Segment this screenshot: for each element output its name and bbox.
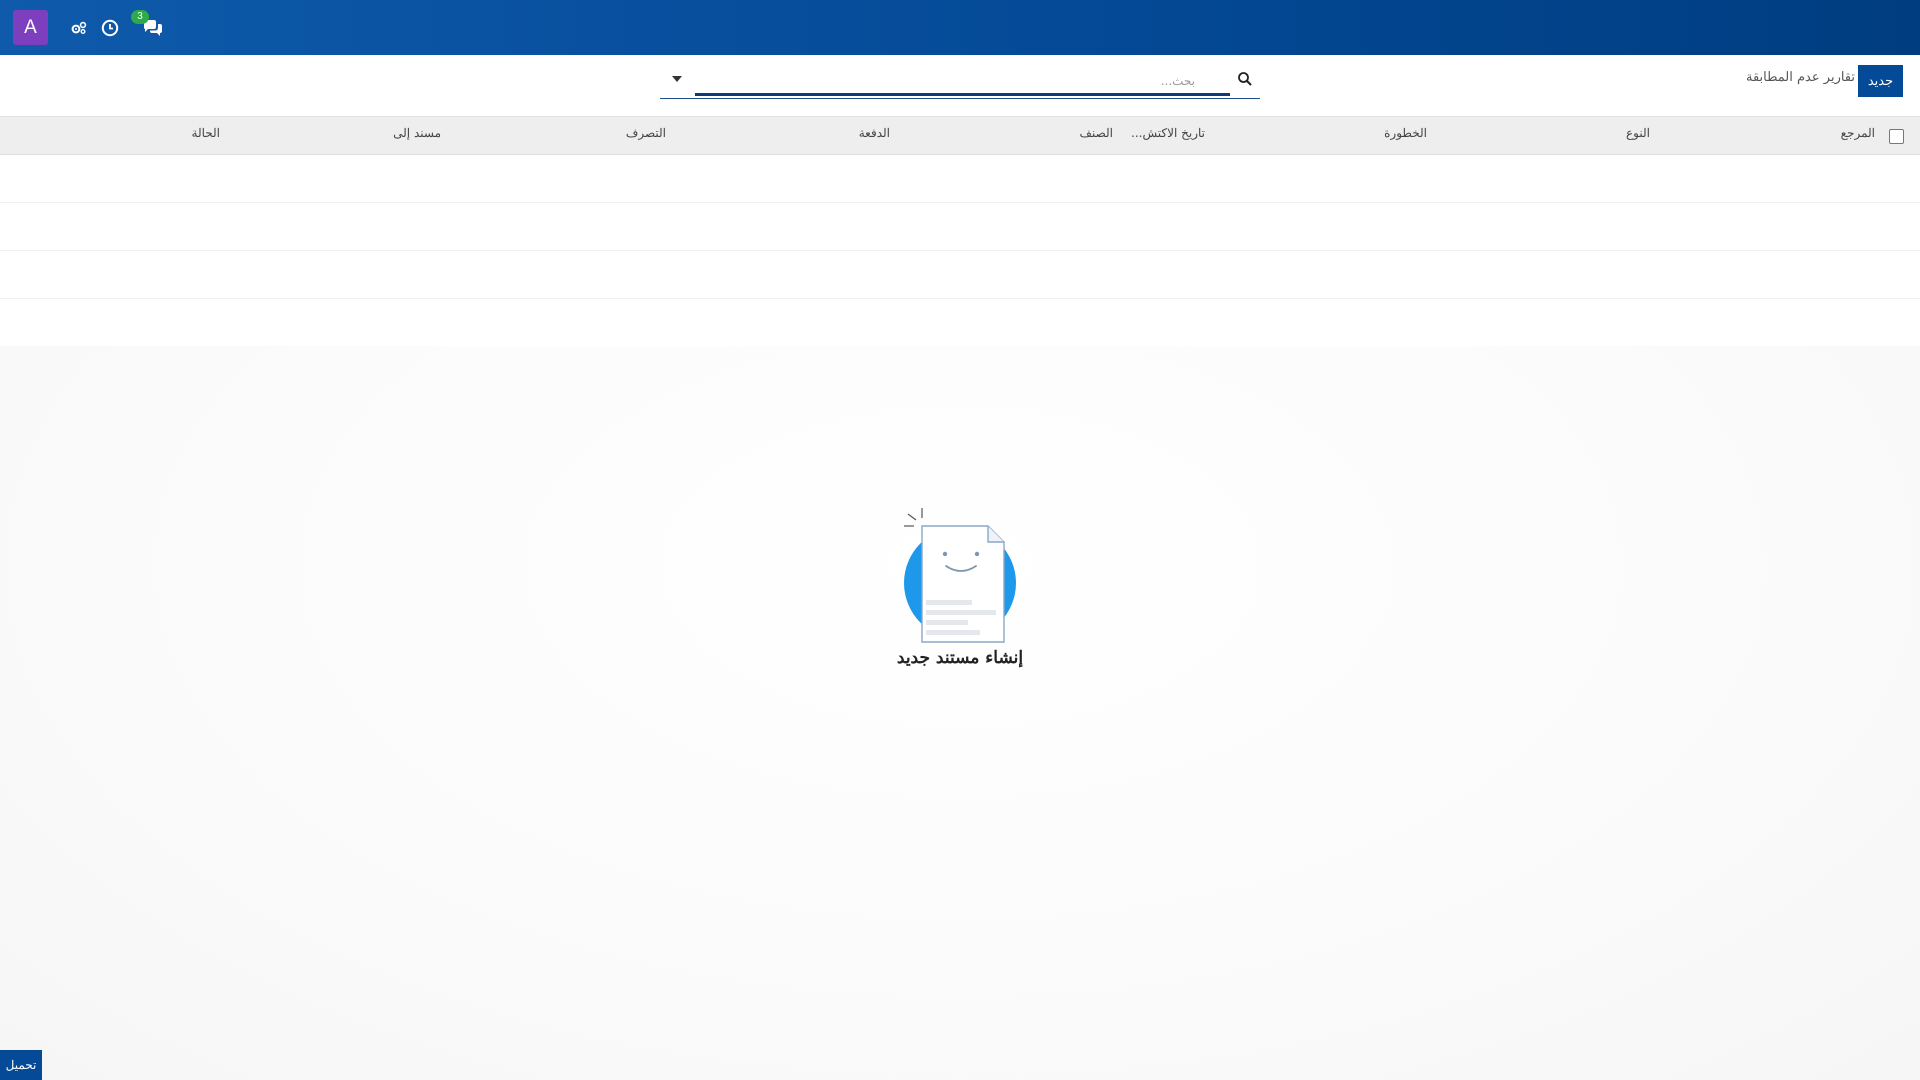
search-options-toggle[interactable] [672,76,682,82]
column-item[interactable]: الصنف [1080,126,1113,140]
chat-icon[interactable]: 3 [131,9,165,39]
table-row [0,203,1920,251]
new-button[interactable]: جديد [1858,65,1903,97]
column-severity[interactable]: الخطورة [1384,126,1427,140]
column-batch[interactable]: الدفعة [859,126,890,140]
search-underline [695,93,1230,96]
search-input[interactable] [695,69,1195,93]
empty-state-area [0,346,1920,1080]
column-detection-date[interactable]: تاريخ الاكتش... [1131,126,1205,140]
settings-users-icon[interactable] [68,17,90,39]
clock-icon[interactable] [99,17,121,39]
control-panel: جديد تقارير عدم المطابقة [0,55,1920,117]
table-row [0,155,1920,203]
user-avatar[interactable]: A [13,10,48,45]
chat-badge: 3 [131,9,149,24]
search-icon[interactable] [1237,71,1253,87]
select-all-checkbox[interactable] [1889,129,1904,144]
load-button[interactable]: تحميل [0,1050,42,1080]
top-navbar: A 3 [0,0,1920,55]
empty-document-illustration [904,508,1016,643]
search-box [660,66,1260,99]
table-row [0,299,1920,347]
column-assigned-to[interactable]: مسند إلى [393,126,441,140]
empty-state-text: إنشاء مستند جديد [896,648,1024,668]
avatar-letter: A [24,16,37,38]
page-title: تقارير عدم المطابقة [1746,70,1855,85]
column-reference[interactable]: المرجع [1841,126,1875,140]
column-disposition[interactable]: التصرف [626,126,666,140]
table-row [0,251,1920,299]
column-type[interactable]: النوع [1626,126,1650,140]
column-status[interactable]: الحالة [192,126,220,140]
table-header: المرجع النوع الخطورة تاريخ الاكتش... الص… [0,117,1920,155]
